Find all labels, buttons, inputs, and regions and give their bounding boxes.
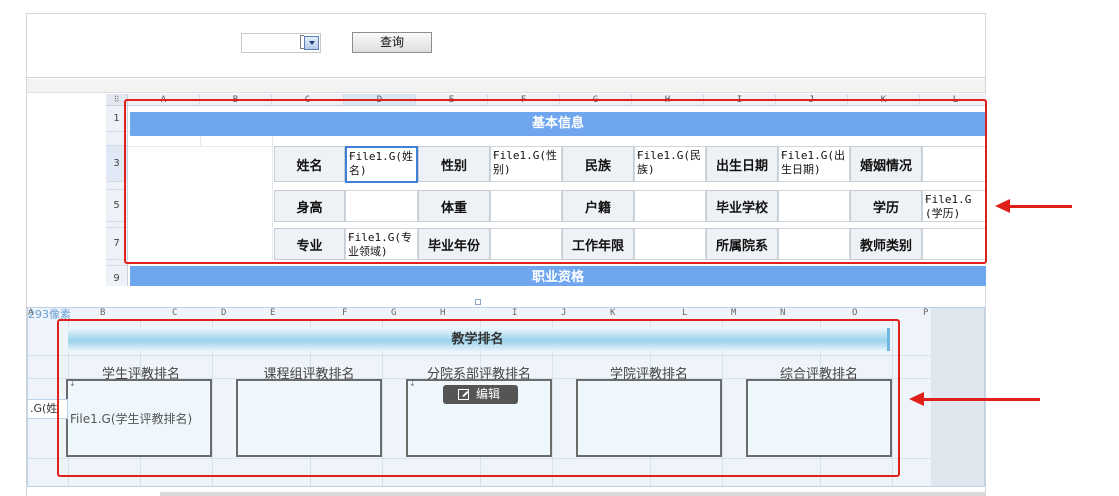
- query-select[interactable]: [241, 33, 321, 53]
- select-edge: [300, 35, 304, 49]
- query-button[interactable]: 查询: [352, 32, 432, 53]
- query-bar: [27, 14, 985, 78]
- toolbar-strip: [27, 79, 985, 93]
- resize-handle[interactable]: [475, 299, 481, 305]
- arrow-left-icon: [995, 199, 1072, 213]
- arrow-left-icon: [909, 392, 1040, 406]
- chevron-down-icon[interactable]: [304, 36, 319, 50]
- highlight-box-bottom: [57, 319, 900, 477]
- col-letter: A: [28, 308, 34, 318]
- band-career-qualification: 职业资格: [130, 266, 986, 286]
- highlight-box-top: [124, 99, 987, 264]
- row-header-9[interactable]: 9: [106, 266, 128, 286]
- col-letter: P: [923, 308, 929, 318]
- horizontal-scrollbar[interactable]: [160, 492, 986, 496]
